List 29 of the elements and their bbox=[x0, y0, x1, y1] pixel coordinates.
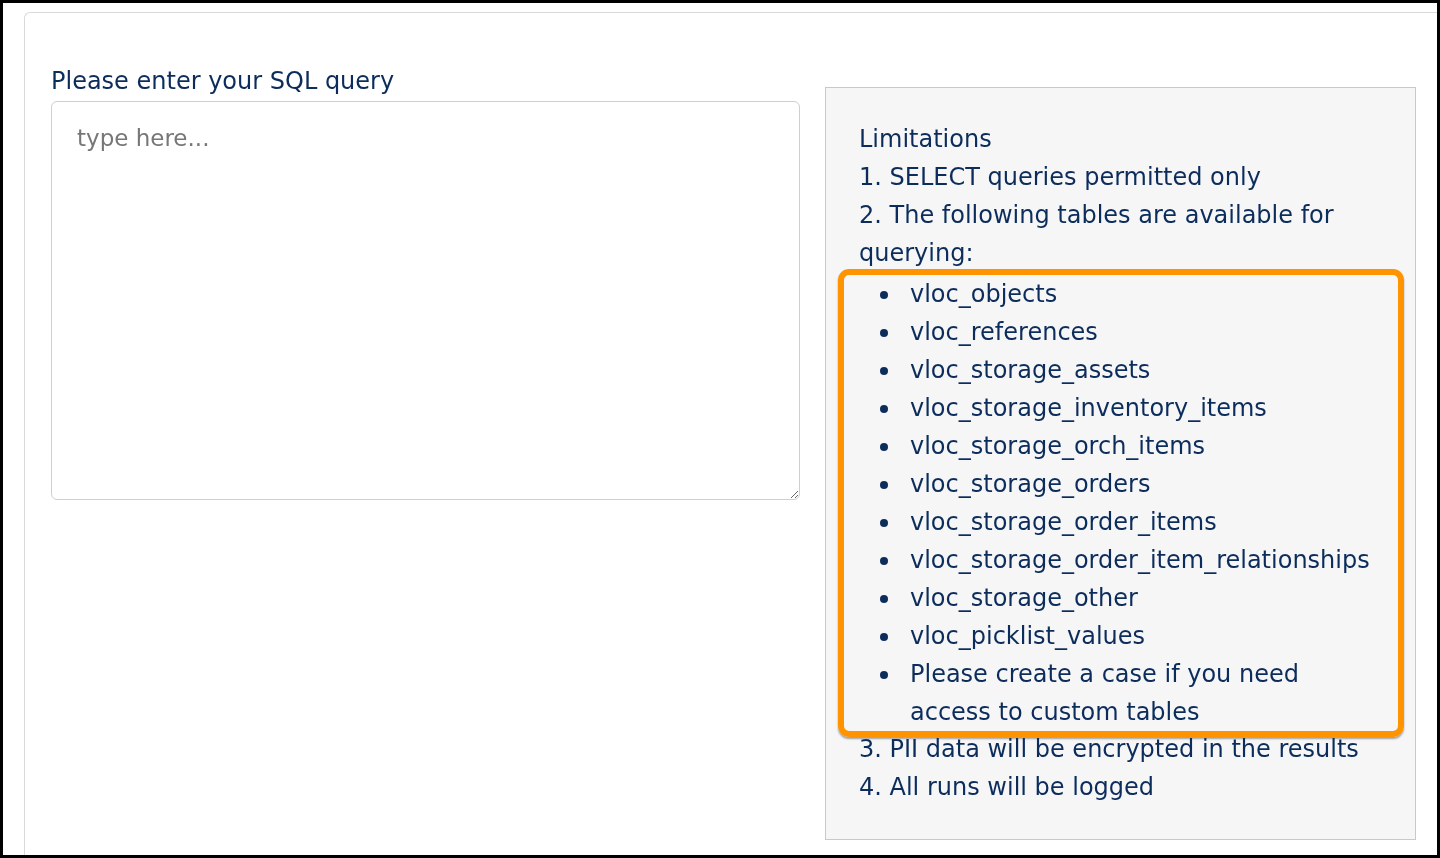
bullet-icon bbox=[880, 671, 888, 679]
bullet-icon bbox=[880, 367, 888, 375]
list-item-text: vloc_objects bbox=[910, 279, 1058, 310]
list-item-text: vloc_storage_order_items bbox=[910, 507, 1217, 538]
limitation-text: 3. PII data will be encrypted in the results bbox=[859, 734, 1360, 765]
list-item-text: vloc_storage_orders bbox=[910, 469, 1151, 500]
bullet-icon bbox=[880, 405, 888, 413]
bullet-icon bbox=[880, 595, 888, 603]
bullet-icon bbox=[880, 329, 888, 337]
limitation-text: 4. All runs will be logged bbox=[859, 772, 1156, 803]
limitation-text: 2. The following tables are available for querying: bbox=[859, 200, 1335, 269]
list-item-text: vloc_storage_orch_items bbox=[910, 431, 1206, 462]
query-label: Please enter your SQL query bbox=[51, 67, 396, 95]
list-item-text: vloc_storage_inventory_items bbox=[910, 393, 1267, 424]
bullet-icon bbox=[880, 291, 888, 299]
list-item-text: vloc_picklist_values bbox=[910, 621, 1146, 652]
limitation-text: 1. SELECT queries permitted only bbox=[859, 162, 1262, 193]
limitations-title: Limitations bbox=[859, 124, 993, 155]
bullet-icon bbox=[880, 519, 888, 527]
list-item-text: Please create a case if you need access to custom tables bbox=[910, 659, 1300, 728]
bullet-icon bbox=[880, 557, 888, 565]
bullet-icon bbox=[880, 633, 888, 641]
bullet-icon bbox=[880, 481, 888, 489]
query-field[interactable]: type here... bbox=[51, 101, 800, 500]
list-item-text: vloc_references bbox=[910, 317, 1098, 348]
bullet-icon bbox=[880, 443, 888, 451]
list-item-text: vloc_storage_order_item_relationships bbox=[910, 545, 1370, 576]
list-item-text: vloc_storage_other bbox=[910, 583, 1138, 614]
list-item-text: vloc_storage_assets bbox=[910, 355, 1151, 386]
